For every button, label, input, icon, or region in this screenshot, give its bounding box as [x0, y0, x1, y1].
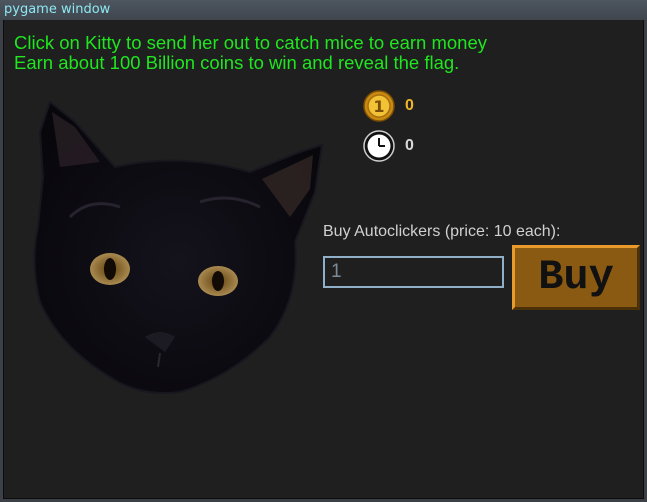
gold-coin-icon: 1 — [363, 90, 395, 122]
game-canvas: Click on Kitty to send her out to catch … — [3, 20, 644, 499]
autoclickers-value: 0 — [405, 137, 414, 154]
clock-icon — [363, 130, 395, 162]
instructions: Click on Kitty to send her out to catch … — [14, 33, 487, 73]
coins-value: 0 — [405, 97, 414, 114]
window-title: pygame window — [4, 2, 111, 17]
window-titlebar[interactable]: pygame window — [0, 0, 647, 20]
buy-autoclickers-label: Buy Autoclickers (price: 10 each): — [323, 223, 561, 240]
buy-button[interactable]: Buy — [512, 245, 640, 310]
autoclicker-quantity-input[interactable] — [323, 256, 504, 288]
coin-glyph: 1 — [373, 97, 384, 116]
kitty-cat-image[interactable] — [30, 97, 330, 397]
instruction-line-2: Earn about 100 Billion coins to win and … — [14, 52, 460, 73]
instruction-line-1: Click on Kitty to send her out to catch … — [14, 32, 488, 53]
